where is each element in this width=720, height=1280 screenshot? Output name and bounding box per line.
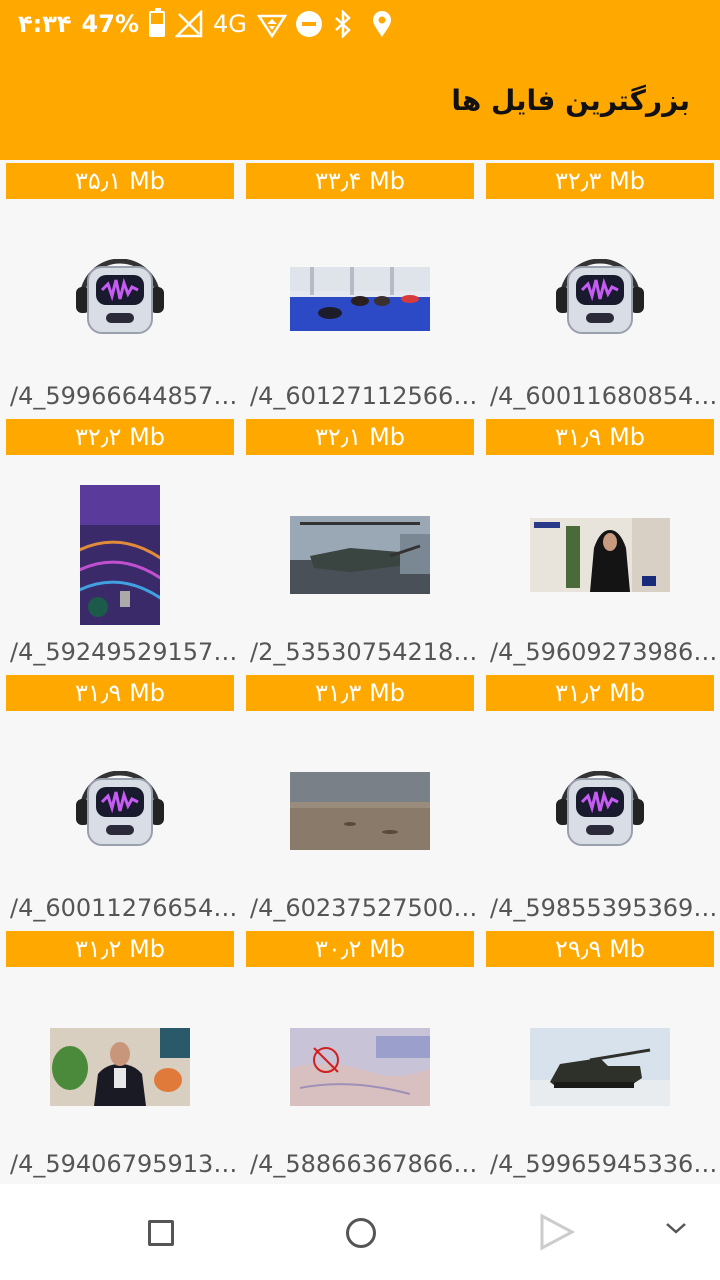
file-name: /4_58866367866…: [250, 1150, 478, 1178]
app-header: ۴:۳۴ 47% 4G بزرگترین فایل ها: [0, 0, 720, 160]
file-tile[interactable]: [246, 465, 474, 645]
battery-percent: 47%: [81, 10, 139, 38]
size-badge: ۳۵٫۱ Mb: [6, 163, 234, 199]
video-thumbnail: [530, 1028, 670, 1106]
file-tile[interactable]: [246, 721, 474, 901]
video-thumbnail: [530, 518, 670, 592]
do-not-disturb-icon: [295, 10, 323, 38]
size-badge: ۳۰٫۲ Mb: [246, 931, 474, 967]
size-badge: ۳۱٫۹ Mb: [486, 419, 714, 455]
video-thumbnail: [290, 1028, 430, 1106]
nav-collapse-button[interactable]: [664, 1220, 688, 1240]
size-badge: ۳۱٫۹ Mb: [6, 675, 234, 711]
file-name: /4_60011680854…: [490, 382, 718, 410]
file-name: /4_60237527500…: [250, 894, 478, 922]
file-tile[interactable]: [6, 977, 234, 1157]
file-tile[interactable]: [6, 465, 234, 645]
data-transfer-icon: [256, 10, 288, 39]
size-badge: ۳۲٫۲ Mb: [6, 419, 234, 455]
file-tile[interactable]: [6, 209, 234, 389]
file-tile[interactable]: [486, 465, 714, 645]
system-nav-bar: [0, 1184, 720, 1280]
battery-icon: [149, 8, 165, 37]
bluetooth-icon: [333, 8, 361, 40]
file-name: /4_60011276654…: [10, 894, 238, 922]
file-name: /4_59609273986…: [490, 638, 718, 666]
recent-apps-button[interactable]: [148, 1220, 174, 1246]
file-tile[interactable]: [6, 721, 234, 901]
chevron-down-icon: [666, 1223, 686, 1234]
status-bar: ۴:۳۴ 47% 4G: [0, 0, 720, 50]
video-thumbnail: [290, 267, 430, 331]
file-tile[interactable]: [486, 721, 714, 901]
size-badge: ۳۲٫۳ Mb: [486, 163, 714, 199]
file-name: /2_53530754218…: [250, 638, 478, 666]
file-tile[interactable]: [486, 209, 714, 389]
robot-headphones-icon: [76, 259, 164, 334]
video-thumbnail: [50, 1028, 190, 1106]
back-button[interactable]: [536, 1212, 576, 1256]
status-time: ۴:۳۴: [18, 10, 72, 38]
file-name: /4_59966644857…: [10, 382, 238, 410]
size-badge: ۳۱٫۲ Mb: [486, 675, 714, 711]
page-title: بزرگترین فایل ها: [451, 84, 690, 117]
file-grid[interactable]: ۳۵٫۱ Mb ۳۳٫۴ Mb ۳۲٫۳ Mb /4_59966644857…: [0, 160, 720, 1184]
video-thumbnail: [80, 485, 160, 625]
video-thumbnail: [290, 516, 430, 594]
size-badge: ۳۲٫۱ Mb: [246, 419, 474, 455]
robot-headphones-icon: [76, 771, 164, 846]
file-name: /4_59965945336…: [490, 1150, 718, 1178]
file-name: /4_60127112566…: [250, 382, 478, 410]
file-name: /4_59855395369…: [490, 894, 718, 922]
no-signal-icon: [173, 8, 203, 38]
network-type: 4G: [213, 10, 247, 38]
location-icon: [371, 10, 399, 38]
robot-headphones-icon: [556, 259, 644, 334]
size-badge: ۳۱٫۲ Mb: [6, 931, 234, 967]
size-badge: ۳۳٫۴ Mb: [246, 163, 474, 199]
home-button[interactable]: [346, 1218, 376, 1248]
file-name: /4_59249529157…: [10, 638, 238, 666]
file-name: /4_59406795913…: [10, 1150, 238, 1178]
video-thumbnail: [290, 772, 430, 850]
size-badge: ۳۱٫۳ Mb: [246, 675, 474, 711]
play-icon: [540, 1213, 576, 1251]
size-badge: ۲۹٫۹ Mb: [486, 931, 714, 967]
file-tile[interactable]: [246, 977, 474, 1157]
file-tile[interactable]: [246, 209, 474, 389]
robot-headphones-icon: [556, 771, 644, 846]
file-tile[interactable]: [486, 977, 714, 1157]
